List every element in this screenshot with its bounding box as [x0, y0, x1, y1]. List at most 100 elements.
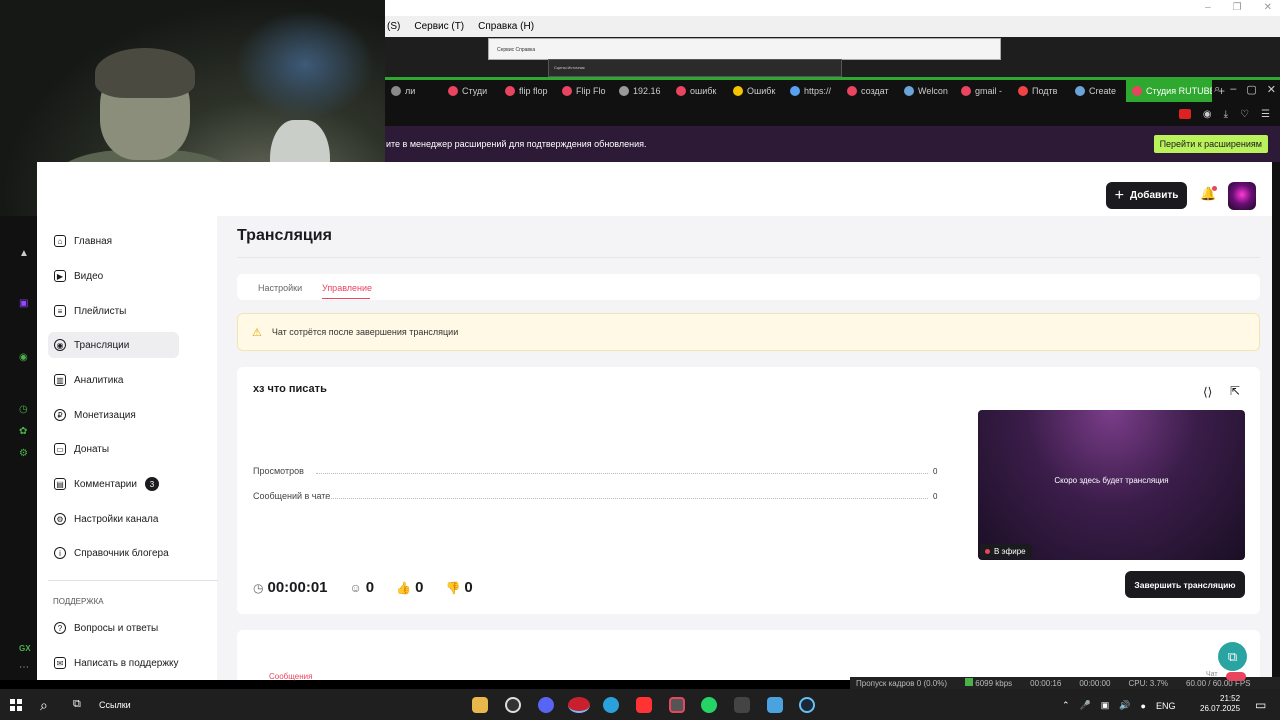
sidebar-item[interactable]: ▶ Видео [48, 263, 179, 289]
browser-tab[interactable]: flip flop [499, 80, 556, 102]
sidebar-item-label: Плейлисты [74, 305, 127, 317]
more-icon[interactable]: ⋯ [19, 662, 29, 673]
notification-icon[interactable]: ▭ [1255, 698, 1266, 712]
tab-favicon-icon [847, 86, 857, 96]
tab-label: https:// [804, 86, 832, 96]
close-icon[interactable]: ✕ [1267, 83, 1276, 96]
browser-tab[interactable]: Welcon [898, 80, 955, 102]
telegram-icon[interactable] [603, 697, 619, 713]
tab-favicon-icon [448, 86, 458, 96]
bookmark-icon[interactable]: ♡ [1240, 109, 1249, 120]
share-icon[interactable]: ⟨⟩ [1203, 385, 1212, 399]
browser-tab[interactable]: ли [385, 80, 442, 102]
gx-icon[interactable]: GX [19, 644, 31, 653]
browser-tab[interactable]: Create [1069, 80, 1126, 102]
chat-icon: ⧉ [1227, 648, 1238, 664]
links-toolbar[interactable]: Ссылки [99, 700, 131, 710]
chevron-up-icon[interactable]: ⌃ [1062, 700, 1070, 711]
steam-icon[interactable] [799, 697, 815, 713]
chrome-icon[interactable] [505, 697, 521, 713]
network-icon[interactable]: ▣ [1101, 700, 1110, 711]
chat-fab-button[interactable]: ⧉ [1218, 642, 1247, 671]
browser-tab[interactable]: Студия RUTUBE [1126, 80, 1212, 102]
windows-start-icon[interactable] [10, 699, 22, 711]
minimize-icon[interactable]: – [1230, 83, 1236, 96]
language-indicator[interactable]: ENG [1156, 701, 1176, 711]
close-icon[interactable]: ✕ [1264, 2, 1272, 13]
go-to-extensions-button[interactable]: Перейти к расширениям [1153, 135, 1268, 153]
file-explorer-icon[interactable] [472, 697, 488, 713]
sidebar-item[interactable]: ≡ Плейлисты [48, 298, 179, 324]
menu-icon[interactable]: ☰ [1261, 109, 1270, 120]
support-item[interactable]: ? Вопросы и ответы [48, 615, 179, 641]
restore-icon[interactable]: ▢ [1246, 83, 1256, 96]
page-scrollbar[interactable] [1272, 162, 1280, 680]
discord-icon[interactable] [538, 697, 554, 713]
clock[interactable]: 21:52 26.07.2025 [1200, 694, 1240, 714]
search-icon[interactable]: ⌕ [40, 697, 48, 714]
volume-icon[interactable]: 🔊 [1119, 700, 1130, 711]
extension-icon[interactable] [1178, 109, 1191, 119]
sidebar-item[interactable]: i Справочник блогера [48, 540, 179, 566]
clock-time: 21:52 [1220, 694, 1241, 703]
sidebar-item[interactable]: ⌂ Главная [48, 228, 179, 254]
opera-gx-icon[interactable] [568, 697, 590, 713]
browser-tab[interactable]: создат [841, 80, 898, 102]
restore-icon[interactable]: ❐ [1233, 2, 1242, 13]
minimize-icon[interactable]: – [1205, 2, 1211, 13]
browser-tab[interactable]: Flip Flo [556, 80, 613, 102]
tab-management[interactable]: Управление [322, 283, 372, 293]
app-icon[interactable] [767, 697, 783, 713]
open-external-icon[interactable]: ⇱ [1230, 384, 1240, 398]
mic-icon[interactable]: 🎤 [1080, 700, 1091, 711]
obs-menu-item[interactable]: (S) [387, 21, 400, 32]
tab-settings[interactable]: Настройки [258, 283, 302, 293]
browser-tab[interactable]: Подтв [1012, 80, 1069, 102]
camera-icon[interactable]: ◉ [1203, 109, 1212, 120]
search-icon[interactable]: ⌕ [1214, 83, 1220, 96]
sidebar-item[interactable]: ▥ Аналитика [48, 367, 179, 393]
whatsapp-icon[interactable] [701, 697, 717, 713]
browser-tab[interactable]: https:// [784, 80, 841, 102]
support-item[interactable]: ✉ Написать в поддержку [48, 650, 179, 676]
notifications-bell-icon[interactable]: 🔔 [1200, 186, 1217, 204]
tab-label: Подтв [1032, 86, 1058, 96]
browser-tab[interactable]: gmail - [955, 80, 1012, 102]
twitch-icon[interactable]: ▣ [19, 298, 28, 309]
avatar[interactable] [1228, 182, 1256, 210]
sidebar-item[interactable]: ▤ Комментарии 3 [48, 471, 179, 497]
end-stream-button[interactable]: Завершить трансляцию [1125, 571, 1245, 598]
sidebar-icon: ₽ [54, 409, 66, 421]
browser-tab[interactable]: ошибк [670, 80, 727, 102]
play-icon[interactable]: ◉ [19, 352, 28, 363]
app-icon[interactable] [669, 697, 685, 713]
browser-tab[interactable]: Студи [442, 80, 499, 102]
clock-icon[interactable]: ◷ [19, 404, 28, 415]
obs-window-controls[interactable]: – ❐ ✕ [1205, 2, 1272, 13]
viewers-metric: ☺ 0 [350, 579, 375, 596]
sidebar-item[interactable]: ⚙ Настройки канала [48, 506, 179, 532]
sidebar-item[interactable]: ▭ Донаты [48, 436, 179, 462]
download-icon[interactable]: ⤓ [1224, 109, 1228, 120]
yandex-icon[interactable] [636, 697, 652, 713]
sidebar-item[interactable]: ◉ Трансляции [48, 332, 179, 358]
browser-tab[interactable]: 192.16 [613, 80, 670, 102]
settings-icon[interactable]: ⚙ [19, 448, 28, 459]
obs-menu-help[interactable]: Справка (H) [478, 21, 534, 32]
tab-label: ли [405, 86, 416, 96]
puzzle-icon[interactable]: ✿ [19, 426, 27, 437]
tab-label: gmail - [975, 86, 1003, 96]
browser-tab[interactable]: Ошибк [727, 80, 784, 102]
obs-status-bar: Пропуск кадров 0 (0.0%) 6099 kbps 00:00:… [850, 677, 1280, 689]
chat-toggle[interactable] [1226, 672, 1246, 681]
tray-app-icon[interactable]: ● [1141, 701, 1146, 711]
sidebar-item[interactable]: ₽ Монетизация [48, 402, 179, 428]
arrow-icon[interactable]: ▲ [19, 248, 29, 259]
tab-messages[interactable]: Сообщения [269, 672, 312, 681]
app-icon[interactable] [734, 697, 750, 713]
tab-label: ошибк [690, 86, 717, 96]
task-view-icon[interactable]: ⧉ [73, 698, 81, 711]
add-button[interactable]: + Добавить [1106, 182, 1187, 209]
stream-preview[interactable]: Скоро здесь будет трансляция [978, 410, 1245, 560]
obs-menu-tools[interactable]: Сервис (T) [414, 21, 464, 32]
